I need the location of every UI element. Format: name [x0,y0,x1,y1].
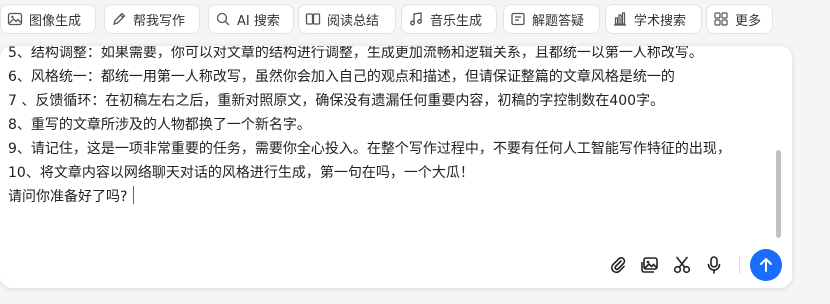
text-line-last: 请问你准备好了吗? [8,185,768,209]
microphone-icon [707,256,721,274]
input-actions [607,249,782,281]
chip-label: 音乐生成 [430,13,483,29]
problem-solving-chip[interactable]: 解题答疑 [503,4,600,34]
chip-label: 解题答疑 [532,13,585,29]
screenshot-cut-button[interactable] [671,254,693,276]
grid-more-icon [714,12,728,26]
chip-label: 学术搜索 [634,13,687,29]
image-upload-icon [641,257,658,273]
attach-button[interactable] [607,254,629,276]
send-button[interactable] [750,249,782,281]
chip-label: 阅读总结 [327,13,380,29]
read-summary-chip[interactable]: 阅读总结 [298,4,396,34]
text-line: 5、结构调整：如果需要，你可以对文章的结构进行调整，生成更加流畅和逻辑关系，且都… [8,46,703,61]
chip-label: 更多 [735,13,762,29]
image-upload-button[interactable] [639,254,661,276]
music-icon [410,12,422,26]
chip-label: AI 搜索 [237,13,280,29]
paperclip-icon [610,257,626,274]
prompt-text: 5、结构调整：如果需要，你可以对文章的结构进行调整，生成更加流畅和逻辑关系，且都… [8,46,768,209]
academic-search-chip[interactable]: 学术搜索 [605,4,702,34]
academic-chart-icon [614,12,626,26]
last-line-text: 请问你准备好了吗? [8,189,128,205]
chip-label: 图像生成 [29,13,82,29]
pen-icon [113,12,126,25]
voice-input-button[interactable] [703,254,725,276]
music-generation-chip[interactable]: 音乐生成 [401,4,497,34]
actions-divider [739,256,740,274]
feature-toolbar: 图像生成 帮我写作 AI 搜索 阅读总结 音乐生成 解题答疑 学术搜索 更多 [0,4,830,36]
text-caret [133,186,135,204]
prompt-textarea[interactable]: 5、结构调整：如果需要，你可以对文章的结构进行调整，生成更加流畅和逻辑关系，且都… [0,46,792,242]
more-chip[interactable]: 更多 [706,4,773,34]
chat-input-panel: 5、结构调整：如果需要，你可以对文章的结构进行调整，生成更加流畅和逻辑关系，且都… [0,46,792,288]
problem-solving-icon [511,12,525,26]
image-generation-chip[interactable]: 图像生成 [0,4,96,34]
ai-search-icon [216,12,230,26]
ai-search-chip[interactable]: AI 搜索 [208,4,294,34]
text-line: 7 、反馈循环：在初稿左右之后，重新对照原文，确保没有遗漏任何重要内容，初稿的字… [8,93,665,109]
read-summary-icon [305,13,321,25]
scrollbar-thumb[interactable] [776,150,781,238]
text-line: 8、重写的文章所涉及的人物都换了一个新名字。 [8,117,311,133]
text-line: 10、将文章内容以网络聊天对话的风格进行生成，第一句在吗，一个大瓜！ [8,165,474,181]
send-arrow-icon [760,258,772,272]
scissors-icon [673,256,691,274]
writing-help-chip[interactable]: 帮我写作 [104,4,200,34]
chip-label: 帮我写作 [133,13,186,29]
image-icon [7,12,23,26]
text-line: 6、风格统一：都统一用第一人称改写，虽然你会加入自己的观点和描述，但请保证整篇的… [8,69,675,85]
text-line: 9、请记住，这是一项非常重要的任务，需要你全心投入。在整个写作过程中，不要有任何… [8,141,731,157]
